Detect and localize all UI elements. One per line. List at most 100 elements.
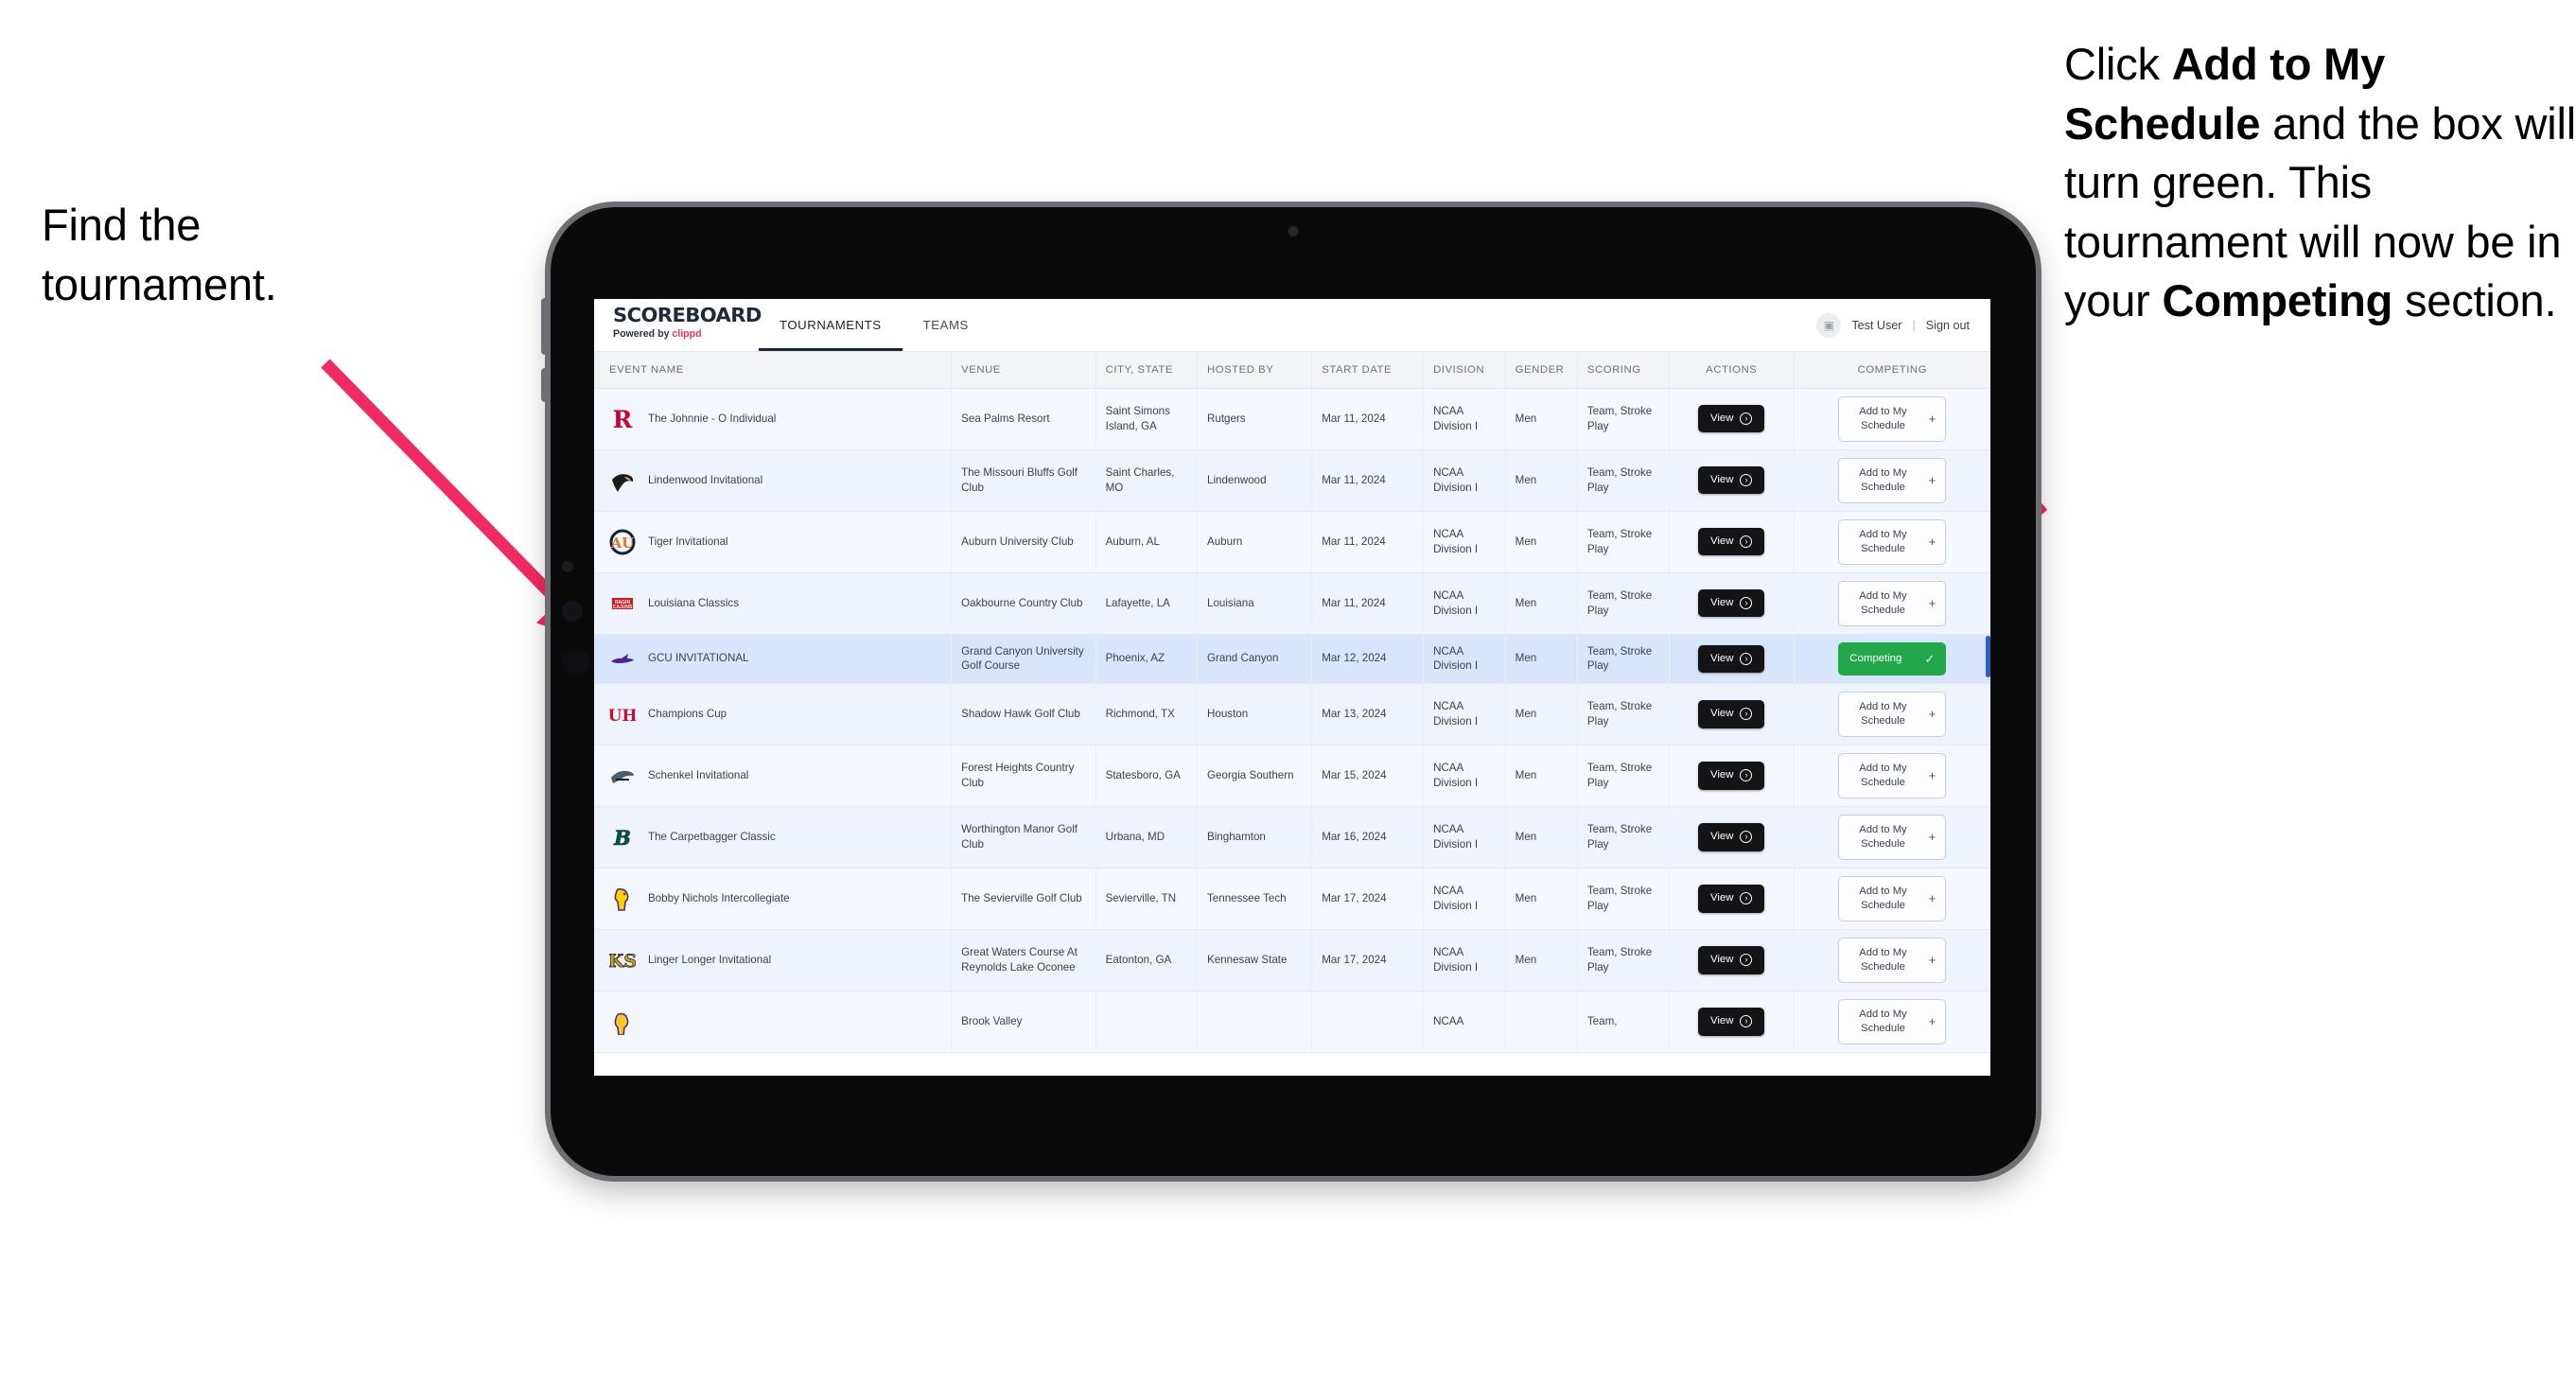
header-scoring[interactable]: SCORING bbox=[1577, 352, 1670, 389]
table-row[interactable]: RAGIN CAJUNS Louisiana Classics Oakbourne C… bbox=[594, 572, 1990, 635]
table-row[interactable]: GCU INVITATIONAL Grand Canyon University … bbox=[594, 634, 1990, 684]
cell-actions: View › bbox=[1669, 683, 1795, 746]
header-start-date[interactable]: START DATE bbox=[1311, 352, 1425, 389]
plus-icon: + bbox=[1928, 472, 1936, 487]
svg-text:AU: AU bbox=[610, 535, 635, 552]
arrow-right-circle-icon: › bbox=[1740, 652, 1753, 665]
view-button[interactable]: View › bbox=[1697, 700, 1765, 728]
tournaments-table-container[interactable]: EVENT NAME VENUE CITY, STATE HOSTED BY S… bbox=[594, 352, 1990, 1076]
view-button[interactable]: View › bbox=[1697, 823, 1765, 851]
table-row[interactable]: Brook Valley NCAA Team, View › Add to My Sche… bbox=[594, 991, 1990, 1053]
add-to-my-schedule-button[interactable]: Add to My Schedule + bbox=[1838, 998, 1947, 1044]
tab-teams[interactable]: TEAMS bbox=[902, 299, 990, 351]
table-row[interactable]: Schenkel Invitational Forest Heights Coun… bbox=[594, 745, 1990, 807]
table-row[interactable]: Lindenwood Invitational The Missouri Bluf… bbox=[594, 449, 1990, 512]
volume-button[interactable] bbox=[541, 298, 548, 355]
event-name-cell bbox=[609, 1009, 941, 1036]
sign-out-link[interactable]: Sign out bbox=[1926, 319, 1970, 332]
cell-start-date: Mar 11, 2024 bbox=[1311, 572, 1425, 635]
cell-hosted-by: Lindenwood bbox=[1197, 449, 1313, 512]
cell-gender: Men bbox=[1505, 634, 1578, 684]
table-row[interactable]: R The Johnnie - O Individual Sea Palms Res… bbox=[594, 388, 1990, 450]
view-button[interactable]: View › bbox=[1697, 465, 1765, 495]
view-button[interactable]: View › bbox=[1697, 946, 1765, 974]
add-to-my-schedule-button[interactable]: Add to My Schedule + bbox=[1838, 457, 1947, 503]
tab-tournaments[interactable]: TOURNAMENTS bbox=[759, 299, 902, 351]
add-to-my-schedule-button[interactable]: Add to My Schedule + bbox=[1838, 937, 1947, 983]
table-row[interactable]: AU Tiger Invitational Auburn University Cl… bbox=[594, 511, 1990, 573]
add-to-my-schedule-button[interactable]: Add to My Schedule + bbox=[1838, 814, 1947, 860]
cell-event-name: Bobby Nichols Intercollegiate bbox=[594, 868, 953, 930]
cell-event-name: Lindenwood Invitational bbox=[594, 449, 953, 512]
header-venue[interactable]: VENUE bbox=[951, 352, 1096, 389]
table-row[interactable]: KS Linger Longer Invitational Great Waters… bbox=[594, 929, 1990, 991]
add-to-my-schedule-label: Add to My Schedule bbox=[1859, 589, 1907, 616]
view-button-label: View bbox=[1709, 892, 1734, 904]
cell-start-date: Mar 11, 2024 bbox=[1311, 449, 1425, 512]
bezel-dot-a bbox=[562, 561, 573, 572]
cell-actions: View › bbox=[1669, 868, 1795, 930]
header-event-name[interactable]: EVENT NAME bbox=[594, 352, 953, 389]
event-name-label: Bobby Nichols Intercollegiate bbox=[648, 892, 790, 905]
competing-button[interactable]: Competing ✓ bbox=[1838, 641, 1947, 675]
event-name-cell: B The Carpetbagger Classic bbox=[609, 824, 941, 851]
user-name: Test User bbox=[1851, 318, 1902, 332]
annotation-text: Click bbox=[2064, 39, 2172, 89]
brand-logo[interactable]: SCOREBOARD Powered by clippd bbox=[594, 299, 762, 351]
cell-hosted-by: Binghamton bbox=[1197, 806, 1313, 868]
header-competing: COMPETING bbox=[1794, 352, 1990, 389]
cell-venue: The Sevierville Golf Club bbox=[951, 868, 1096, 930]
table-row[interactable]: Bobby Nichols Intercollegiate The Sevierv… bbox=[594, 868, 1990, 930]
arrow-right-circle-icon: › bbox=[1740, 769, 1753, 782]
cell-start-date: Mar 11, 2024 bbox=[1311, 511, 1425, 573]
plus-icon: + bbox=[1928, 707, 1936, 722]
page-stage: Find the tournament. Click Add to My Sch… bbox=[0, 0, 2576, 1386]
add-to-my-schedule-label: Add to My Schedule bbox=[1859, 528, 1907, 554]
add-to-my-schedule-button[interactable]: Add to My Schedule + bbox=[1838, 395, 1947, 442]
cell-city-state bbox=[1095, 991, 1199, 1053]
view-button[interactable]: View › bbox=[1697, 404, 1765, 433]
svg-text:KS: KS bbox=[609, 951, 636, 972]
cell-start-date: Mar 13, 2024 bbox=[1311, 683, 1425, 746]
power-button[interactable] bbox=[541, 368, 548, 402]
cell-hosted-by: Rutgers bbox=[1197, 388, 1313, 450]
tab-tournaments-label: TOURNAMENTS bbox=[780, 318, 882, 332]
view-button[interactable]: View › bbox=[1697, 644, 1765, 673]
table-row[interactable]: UH Champions Cup Shadow Hawk Golf Club Rich… bbox=[594, 683, 1990, 746]
partial-row-logo-icon bbox=[609, 1009, 636, 1036]
cell-gender: Men bbox=[1505, 868, 1578, 930]
cell-city-state: Saint Charles, MO bbox=[1095, 449, 1199, 512]
view-button[interactable]: View › bbox=[1697, 588, 1765, 618]
header-gender[interactable]: GENDER bbox=[1505, 352, 1578, 389]
cell-competing: Competing ✓ bbox=[1794, 634, 1990, 684]
event-name-cell: UH Champions Cup bbox=[608, 701, 941, 728]
vertical-scrollbar[interactable] bbox=[1986, 636, 1990, 677]
add-to-my-schedule-button[interactable]: Add to My Schedule + bbox=[1838, 691, 1947, 737]
cell-venue: Forest Heights Country Club bbox=[951, 745, 1096, 807]
cell-actions: View › bbox=[1669, 806, 1795, 868]
table-row[interactable]: B The Carpetbagger Classic Worthington Man… bbox=[594, 806, 1990, 868]
header-division[interactable]: DIVISION bbox=[1423, 352, 1506, 389]
cell-venue: Great Waters Course At Reynolds Lake Oco… bbox=[951, 929, 1096, 991]
cell-venue: Grand Canyon University Golf Course bbox=[951, 634, 1096, 684]
cell-division: NCAA Division I bbox=[1423, 449, 1506, 512]
cell-gender: Men bbox=[1505, 511, 1578, 573]
user-avatar-icon[interactable]: ▣ bbox=[1816, 312, 1842, 338]
view-button[interactable]: View › bbox=[1697, 885, 1765, 913]
cell-city-state: Saint Simons Island, GA bbox=[1095, 388, 1199, 450]
cell-actions: View › bbox=[1669, 634, 1795, 684]
cell-event-name: Schenkel Invitational bbox=[594, 745, 953, 807]
add-to-my-schedule-button[interactable]: Add to My Schedule + bbox=[1838, 580, 1947, 626]
view-button[interactable]: View › bbox=[1697, 1008, 1765, 1036]
lindenwood-logo-icon bbox=[609, 467, 636, 494]
add-to-my-schedule-button[interactable]: Add to My Schedule + bbox=[1838, 875, 1947, 921]
add-to-my-schedule-label: Add to My Schedule bbox=[1859, 823, 1907, 850]
view-button[interactable]: View › bbox=[1697, 527, 1765, 556]
add-to-my-schedule-button[interactable]: Add to My Schedule + bbox=[1838, 518, 1947, 565]
header-city-state[interactable]: CITY, STATE bbox=[1095, 352, 1199, 389]
app-header: SCOREBOARD Powered by clippd TOURNAMENTS… bbox=[594, 299, 1990, 352]
plus-icon: + bbox=[1928, 768, 1936, 783]
add-to-my-schedule-button[interactable]: Add to My Schedule + bbox=[1838, 752, 1947, 798]
header-hosted-by[interactable]: HOSTED BY bbox=[1197, 352, 1313, 389]
view-button[interactable]: View › bbox=[1697, 762, 1765, 790]
